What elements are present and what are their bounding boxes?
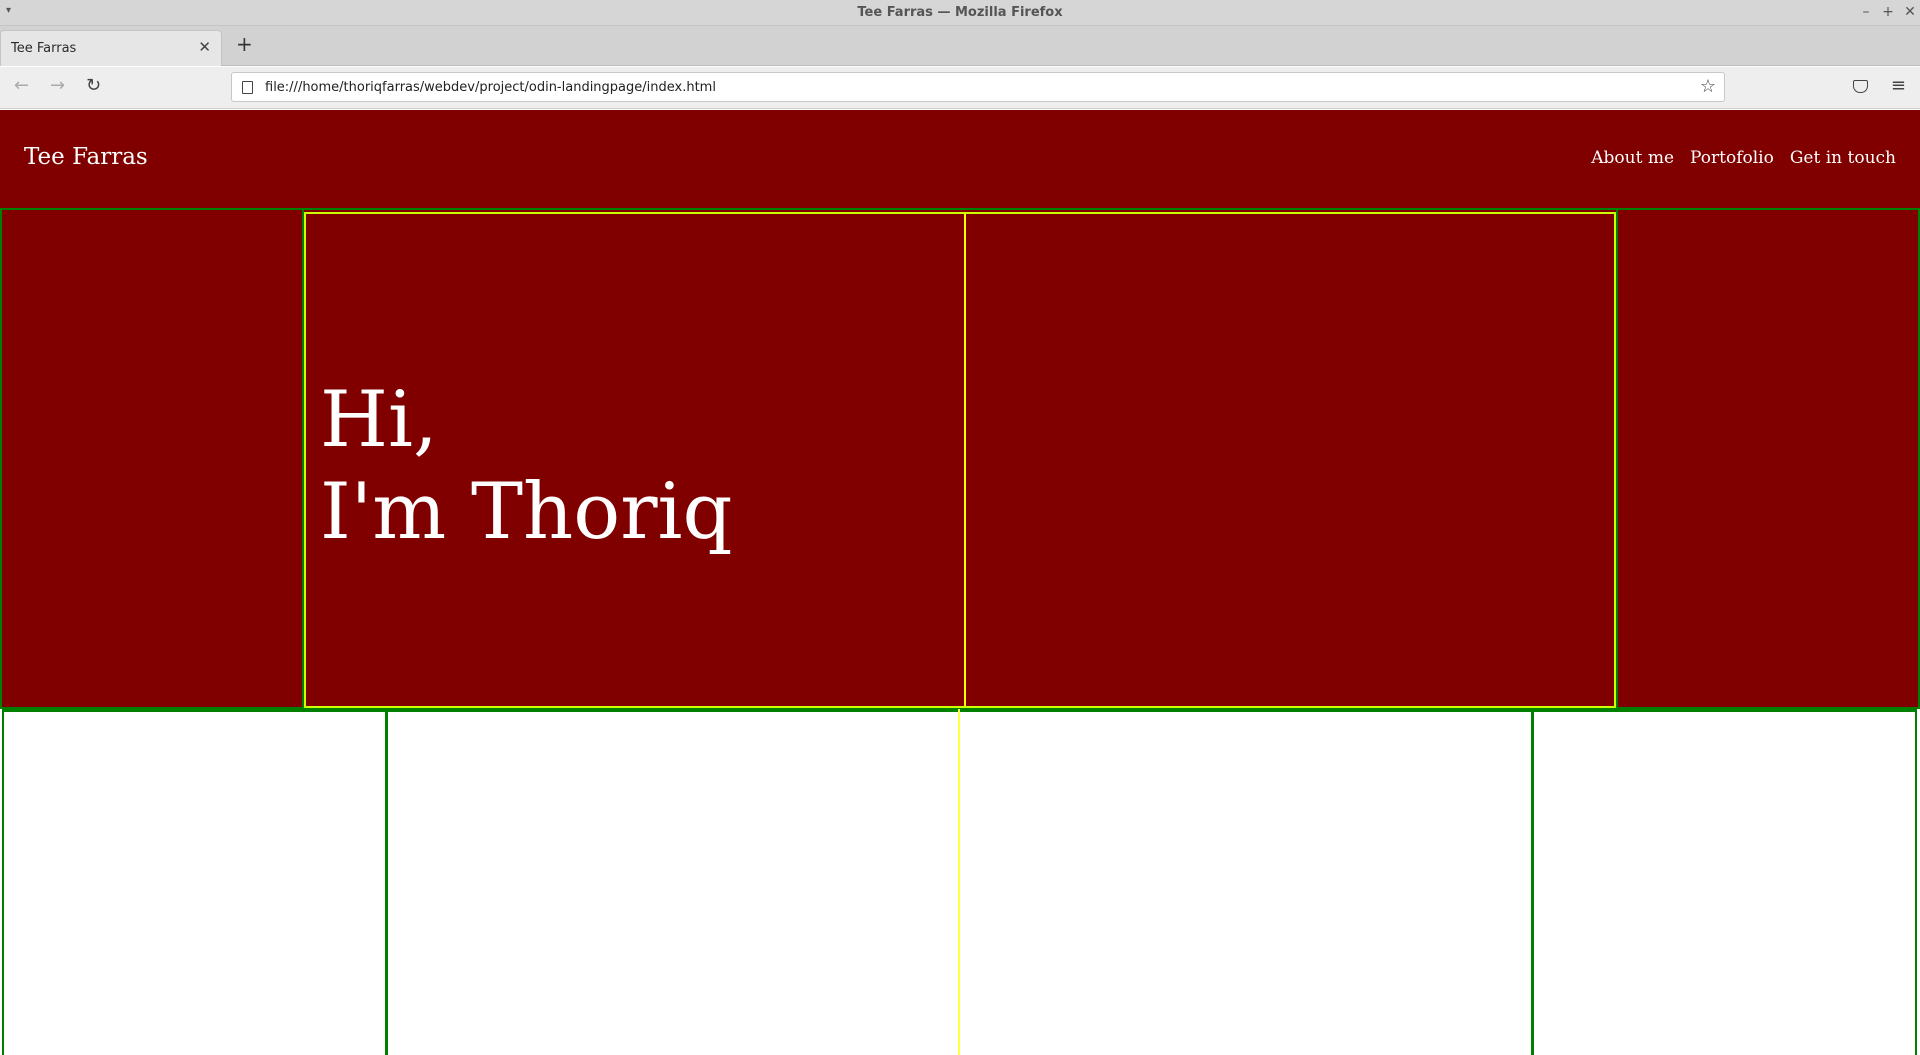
- maximize-icon[interactable]: +: [1882, 3, 1894, 21]
- hero-column-right: [966, 212, 1616, 708]
- section-divider: [385, 709, 388, 1055]
- tab-title: Tee Farras: [11, 41, 77, 56]
- window-title: Tee Farras — Mozilla Firefox: [857, 5, 1063, 20]
- forward-arrow-icon[interactable]: →: [50, 76, 65, 96]
- back-arrow-icon[interactable]: ←: [14, 76, 29, 96]
- pocket-icon[interactable]: [1853, 80, 1868, 93]
- site-header: Tee Farras About me Portofolio Get in to…: [0, 110, 1920, 208]
- hero-line-name: I'm Thoriq: [320, 467, 733, 557]
- section-divider: [1915, 709, 1917, 1055]
- navigation-toolbar: ← → ↻ file:///home/thoriqfarras/webdev/p…: [0, 67, 1920, 109]
- site-nav: About me Portofolio Get in touch: [1591, 148, 1896, 168]
- section-center-divider: [958, 709, 960, 1055]
- page-icon: [242, 81, 253, 94]
- nav-link-portfolio[interactable]: Portofolio: [1690, 148, 1774, 168]
- section-divider: [1531, 709, 1534, 1055]
- hero-heading: Hi, I'm Thoriq: [320, 374, 732, 558]
- hero-column-left: Hi, I'm Thoriq: [304, 212, 966, 708]
- tab-strip: Tee Farras ✕ +: [0, 26, 1920, 66]
- bookmark-star-icon[interactable]: ☆: [1700, 76, 1716, 97]
- hero-section: Hi, I'm Thoriq: [0, 208, 1920, 709]
- site-brand[interactable]: Tee Farras: [24, 144, 148, 170]
- web-page: Tee Farras About me Portofolio Get in to…: [0, 110, 1920, 1055]
- tab-active[interactable]: Tee Farras ✕: [0, 30, 222, 66]
- hero-line-greeting: Hi,: [320, 375, 438, 465]
- window-controls: – + ✕: [1860, 3, 1916, 21]
- nav-link-about[interactable]: About me: [1591, 148, 1674, 168]
- window-titlebar: ▾ Tee Farras — Mozilla Firefox – + ✕: [0, 0, 1920, 26]
- hamburger-menu-icon[interactable]: ≡: [1891, 75, 1906, 96]
- tab-close-icon[interactable]: ✕: [198, 38, 211, 56]
- hero-divider-right: [1616, 210, 1618, 707]
- close-icon[interactable]: ✕: [1904, 3, 1916, 21]
- nav-link-contact[interactable]: Get in touch: [1790, 148, 1896, 168]
- content-section: [0, 709, 1920, 1055]
- reload-icon[interactable]: ↻: [86, 76, 101, 96]
- url-text[interactable]: file:///home/thoriqfarras/webdev/project…: [265, 80, 716, 95]
- section-divider: [2, 709, 4, 1055]
- address-bar[interactable]: file:///home/thoriqfarras/webdev/project…: [231, 72, 1725, 102]
- new-tab-icon[interactable]: +: [236, 34, 253, 54]
- minimize-icon[interactable]: –: [1860, 3, 1872, 21]
